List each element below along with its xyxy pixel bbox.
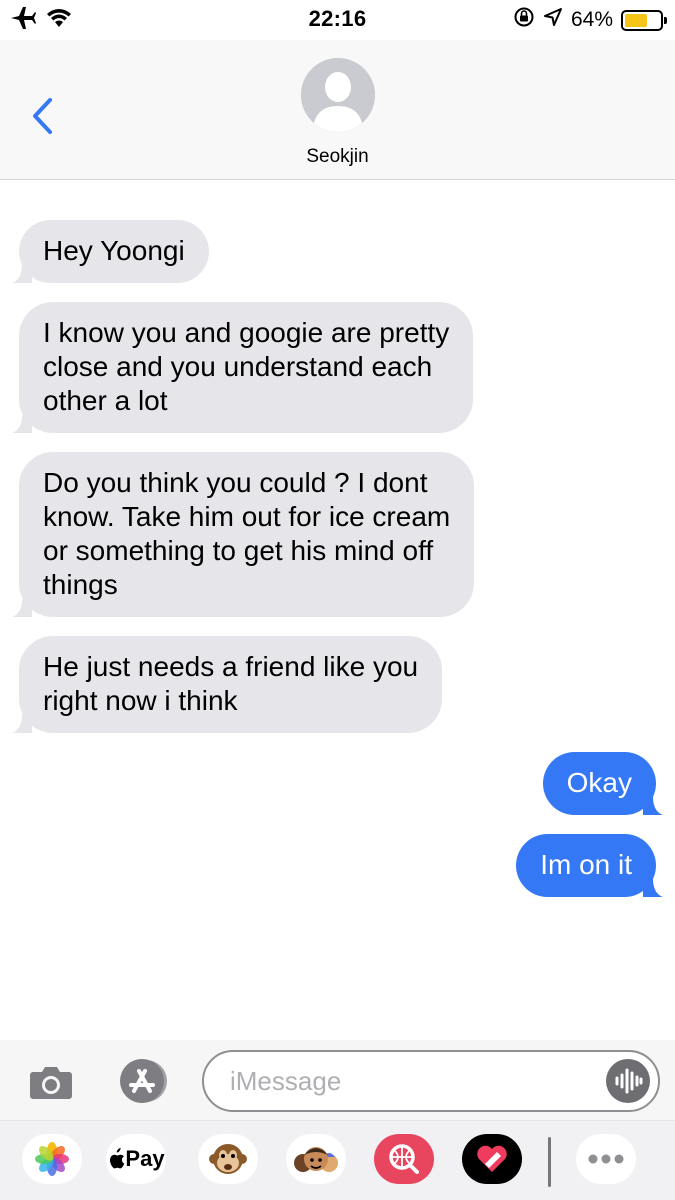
apple-pay-button[interactable]: Pay	[106, 1134, 166, 1184]
message-line: other a lot	[43, 385, 168, 416]
drawer-divider	[548, 1137, 551, 1187]
message-line: Okay	[566, 767, 632, 798]
photos-icon	[35, 1142, 69, 1176]
memoji-stickers-button[interactable]	[286, 1134, 346, 1184]
incoming-message-bubble[interactable]: Hey Yoongi	[12, 220, 209, 283]
conversation-header: Seokjin	[0, 40, 675, 180]
message-line: or something to get his mind off	[43, 535, 434, 566]
bubble-tail	[12, 415, 32, 433]
animoji-button[interactable]	[198, 1134, 258, 1184]
chevron-left-icon	[33, 98, 52, 134]
message-line: Hey Yoongi	[43, 235, 185, 266]
message-line: Im on it	[540, 849, 632, 880]
message-line: close and you understand each	[43, 351, 433, 382]
more-icon	[588, 1154, 624, 1164]
web-search-icon	[374, 1134, 434, 1184]
message-thread: Hey Yoongi I know you and googie are pre…	[0, 180, 675, 1040]
camera-button[interactable]	[29, 1064, 73, 1100]
outgoing-message-bubble[interactable]: Im on it	[516, 834, 663, 897]
audio-message-button[interactable]	[606, 1059, 650, 1103]
message-line: things	[43, 569, 118, 600]
location-icon	[543, 7, 563, 33]
back-button[interactable]	[28, 96, 58, 136]
audio-waveform-icon	[615, 1068, 643, 1094]
apple-pay-icon	[110, 1148, 125, 1169]
bubble-tail	[12, 599, 32, 617]
contact-avatar[interactable]	[301, 58, 375, 132]
memoji-stickers-icon	[294, 1147, 338, 1172]
bubble-tail	[643, 797, 663, 815]
status-bar: 22:16 64%	[0, 0, 675, 40]
incoming-message-bubble[interactable]: Do you think you could ? I dont know. Ta…	[12, 452, 475, 617]
bubble-tail	[643, 879, 663, 897]
camera-icon	[30, 1067, 72, 1099]
status-right-icons: 64%	[513, 6, 667, 34]
message-input-field[interactable]	[202, 1050, 660, 1112]
message-line: I know you and googie are pretty	[43, 317, 450, 348]
message-line: Do you think you could ? I dont	[43, 467, 428, 498]
incoming-message-bubble[interactable]: I know you and googie are pretty close a…	[12, 302, 474, 433]
contact-name[interactable]: Seokjin	[0, 146, 675, 168]
message-line: right now i think	[43, 685, 238, 716]
app-store-button[interactable]	[114, 1058, 172, 1104]
incoming-message-bubble[interactable]: He just needs a friend like you right no…	[12, 636, 443, 733]
bubble-tail	[12, 265, 32, 283]
bubble-tail	[12, 715, 32, 733]
battery-cap	[664, 16, 667, 24]
app-drawer: Pay	[0, 1120, 675, 1200]
compose-bar	[0, 1040, 675, 1120]
web-search-button[interactable]	[374, 1134, 434, 1184]
digital-touch-button[interactable]	[462, 1134, 522, 1184]
outgoing-message-bubble[interactable]: Okay	[542, 752, 663, 815]
monkey-memoji-icon	[209, 1144, 247, 1174]
battery-icon	[621, 9, 667, 31]
app-store-icon	[120, 1059, 167, 1103]
message-line: He just needs a friend like you	[43, 651, 419, 682]
battery-percent: 64%	[570, 8, 613, 31]
apple-pay-label: Pay	[125, 1146, 165, 1171]
orientation-lock-icon	[513, 6, 535, 34]
digital-touch-icon	[477, 1145, 507, 1172]
photos-app-button[interactable]	[22, 1134, 82, 1184]
message-line: know. Take him out for ice cream	[43, 501, 451, 532]
message-input[interactable]	[230, 1052, 590, 1110]
person-silhouette-icon	[301, 58, 375, 132]
more-apps-button[interactable]	[576, 1134, 636, 1184]
battery-fill	[625, 13, 647, 27]
